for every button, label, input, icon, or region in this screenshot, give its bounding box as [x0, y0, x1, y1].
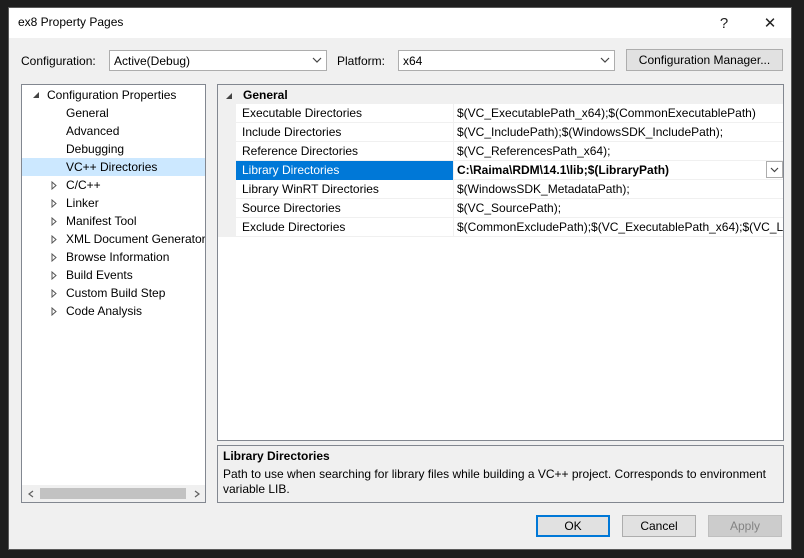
property-value: $(VC_IncludePath);$(WindowsSDK_IncludePa…: [457, 125, 724, 139]
tree-item-label: Debugging: [66, 142, 125, 156]
window-title: ex8 Property Pages: [18, 15, 124, 29]
tree-root-label: Configuration Properties: [47, 88, 177, 102]
tree-item[interactable]: VC++ Directories: [22, 158, 205, 176]
category-label: General: [243, 88, 288, 102]
property-value: $(VC_SourcePath);: [457, 201, 562, 215]
ok-button[interactable]: OK: [536, 515, 610, 537]
collapsed-triangle-icon[interactable]: [49, 248, 59, 266]
chevron-down-icon: [312, 57, 322, 63]
collapsed-triangle-icon[interactable]: [49, 302, 59, 320]
tree-item-label: Build Events: [66, 268, 133, 282]
property-row[interactable]: Library Directories C:\Raima\RDM\14.1\lib…: [236, 161, 783, 180]
expanded-triangle-icon[interactable]: [225, 89, 233, 103]
tree-item[interactable]: XML Document Generator: [22, 230, 205, 248]
property-value: $(WindowsSDK_MetadataPath);: [457, 182, 630, 196]
property-grid: General Executable Directories $(VC_Execu…: [217, 84, 784, 441]
collapsed-triangle-icon[interactable]: [49, 176, 59, 194]
property-name: Library WinRT Directories: [236, 180, 454, 199]
cancel-button[interactable]: Cancel: [622, 515, 696, 537]
tree-item[interactable]: Linker: [22, 194, 205, 212]
tree-item-label: Browse Information: [66, 250, 170, 264]
property-name: Reference Directories: [236, 142, 454, 161]
property-value: $(CommonExcludePath);$(VC_ExecutablePath…: [457, 220, 783, 234]
property-name: Executable Directories: [236, 104, 454, 123]
property-row[interactable]: Reference Directories $(VC_ReferencesPath…: [236, 142, 783, 161]
property-pages-dialog: ex8 Property Pages ? ✕ Configuration: Ac…: [8, 7, 792, 550]
tree-item[interactable]: Custom Build Step: [22, 284, 205, 302]
tree-root-configuration-properties[interactable]: Configuration Properties: [22, 86, 205, 104]
chevron-down-icon: [600, 57, 610, 63]
scroll-right-icon[interactable]: [188, 485, 205, 502]
tree-item[interactable]: Manifest Tool: [22, 212, 205, 230]
property-row[interactable]: Include Directories $(VC_IncludePath);$(W…: [236, 123, 783, 142]
tree-item-label: Code Analysis: [66, 304, 143, 318]
property-tree: Configuration Properties General Advanced…: [21, 84, 206, 503]
chevron-down-icon: [770, 167, 779, 172]
apply-button[interactable]: Apply: [708, 515, 782, 537]
property-value: $(VC_ReferencesPath_x64);: [457, 144, 611, 158]
value-dropdown-button[interactable]: [766, 161, 783, 178]
property-row[interactable]: Source Directories $(VC_SourcePath);: [236, 199, 783, 218]
property-name: Exclude Directories: [236, 218, 454, 237]
property-name: Include Directories: [236, 123, 454, 142]
expanded-triangle-icon[interactable]: [31, 86, 41, 104]
tree-item[interactable]: C/C++: [22, 176, 205, 194]
collapsed-triangle-icon[interactable]: [49, 230, 59, 248]
configuration-label: Configuration:: [21, 54, 96, 68]
collapsed-triangle-icon[interactable]: [49, 266, 59, 284]
configuration-value: Active(Debug): [114, 54, 191, 68]
grid-indent-column: [218, 104, 236, 237]
tree-item[interactable]: Build Events: [22, 266, 205, 284]
platform-combobox[interactable]: x64: [398, 50, 615, 71]
tree-item-label: Manifest Tool: [66, 214, 137, 228]
tree-item[interactable]: General: [22, 104, 205, 122]
description-title: Library Directories: [223, 449, 330, 463]
tree-horizontal-scrollbar[interactable]: [22, 485, 205, 502]
platform-label: Platform:: [337, 54, 386, 68]
configuration-combobox[interactable]: Active(Debug): [109, 50, 327, 71]
collapsed-triangle-icon[interactable]: [49, 284, 59, 302]
tree-item[interactable]: Browse Information: [22, 248, 205, 266]
collapsed-triangle-icon[interactable]: [49, 212, 59, 230]
tree-item-label: VC++ Directories: [66, 160, 158, 174]
collapsed-triangle-icon[interactable]: [49, 194, 59, 212]
description-panel: Library Directories Path to use when sea…: [217, 445, 784, 503]
property-name: Source Directories: [236, 199, 454, 218]
property-row[interactable]: Exclude Directories $(CommonExcludePath);…: [236, 218, 783, 237]
tree-item[interactable]: Advanced: [22, 122, 205, 140]
description-text: Path to use when searching for library f…: [223, 467, 766, 496]
help-button[interactable]: ?: [701, 8, 747, 38]
tree-item-label: Advanced: [66, 124, 120, 138]
tree-item-label: Custom Build Step: [66, 286, 166, 300]
tree-item-label: General: [66, 106, 109, 120]
title-bar: ex8 Property Pages ? ✕: [9, 8, 791, 38]
tree-item[interactable]: Code Analysis: [22, 302, 205, 320]
close-button[interactable]: ✕: [747, 8, 793, 38]
property-value: $(VC_ExecutablePath_x64);$(CommonExecuta…: [457, 106, 756, 120]
category-header-general[interactable]: General: [218, 85, 783, 104]
scrollbar-thumb[interactable]: [40, 488, 186, 499]
tree-item-label: C/C++: [66, 178, 101, 192]
property-value[interactable]: C:\Raima\RDM\14.1\lib;$(LibraryPath): [455, 161, 783, 180]
tree-item[interactable]: Debugging: [22, 140, 205, 158]
configuration-manager-button[interactable]: Configuration Manager...: [626, 49, 783, 71]
property-row[interactable]: Executable Directories $(VC_ExecutablePat…: [236, 104, 783, 123]
tree-item-label: Linker: [66, 196, 99, 210]
property-row[interactable]: Library WinRT Directories $(WindowsSDK_Me…: [236, 180, 783, 199]
tree-item-label: XML Document Generator: [66, 232, 206, 246]
scroll-left-icon[interactable]: [22, 485, 39, 502]
platform-value: x64: [403, 54, 423, 68]
property-name: Library Directories: [236, 161, 454, 180]
